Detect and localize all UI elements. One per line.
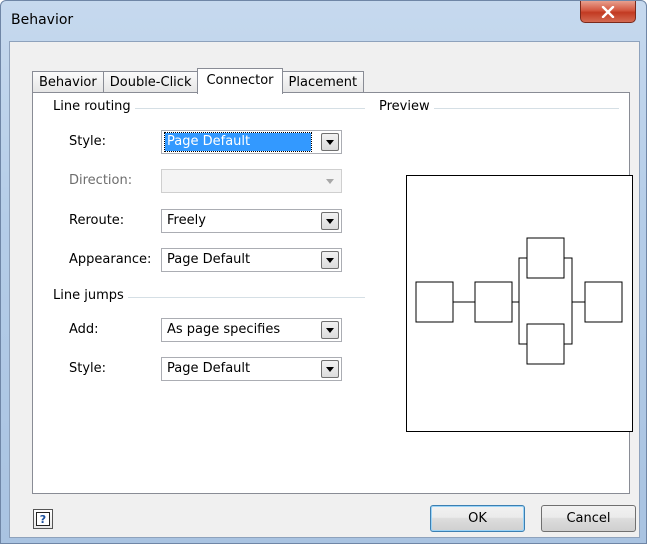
close-button[interactable]	[580, 1, 636, 23]
appearance-label: Appearance:	[69, 252, 152, 267]
jumps-style-select[interactable]: Page Default	[161, 357, 342, 381]
line-routing-group-label: Line routing	[53, 99, 135, 114]
jumps-style-label: Style:	[69, 361, 107, 376]
tab-behavior[interactable]: Behavior	[32, 71, 104, 93]
dropdown-arrow-icon[interactable]	[321, 251, 339, 269]
tab-double-click[interactable]: Double-Click	[102, 71, 199, 93]
dropdown-arrow-icon[interactable]	[321, 212, 339, 230]
preview-shape-bottom	[526, 323, 565, 365]
cancel-button[interactable]: Cancel	[541, 505, 636, 532]
close-icon	[601, 5, 615, 18]
preview-pane	[406, 175, 633, 432]
tab-placement[interactable]: Placement	[281, 71, 365, 93]
preview-shape-mid-left	[474, 281, 513, 323]
preview-connector-5	[564, 301, 585, 345]
routing-style-label: Style:	[69, 134, 107, 149]
dropdown-arrow-icon[interactable]	[321, 133, 339, 151]
preview-shape-top	[526, 237, 565, 279]
line-jumps-group-label: Line jumps	[53, 288, 128, 303]
routing-style-value: Page Default	[164, 132, 312, 152]
window-title: Behavior	[11, 12, 74, 28]
svg-text:?: ?	[40, 513, 46, 526]
connector-preview-diagram	[415, 237, 623, 365]
jumps-add-label: Add:	[69, 322, 99, 337]
connector-tab-panel: Line routing Style: Page Default Directi…	[32, 92, 633, 494]
title-bar[interactable]: Behavior	[1, 1, 646, 41]
direction-value	[165, 172, 169, 190]
dropdown-arrow-icon[interactable]	[321, 321, 339, 339]
jumps-add-value: As page specifies	[167, 322, 281, 337]
tab-connector[interactable]: Connector	[197, 68, 283, 94]
preview-group-label: Preview	[379, 99, 434, 114]
ok-button[interactable]: OK	[430, 505, 525, 532]
jumps-style-value: Page Default	[167, 361, 251, 376]
direction-label: Direction:	[69, 173, 133, 188]
reroute-value: Freely	[167, 213, 206, 228]
help-icon: ?	[36, 512, 50, 526]
preview-connector-2	[512, 257, 527, 303]
preview-connector-3	[512, 301, 527, 345]
jumps-add-select[interactable]: As page specifies	[161, 318, 342, 342]
dialog-window: Behavior Behavior Double-Click Connector…	[0, 0, 647, 544]
tab-strip: Behavior Double-Click Connector Placemen…	[32, 68, 365, 94]
help-button[interactable]: ?	[33, 509, 53, 529]
reroute-label: Reroute:	[69, 213, 125, 228]
dropdown-arrow-icon	[321, 172, 339, 190]
appearance-select[interactable]: Page Default	[161, 248, 342, 272]
preview-shape-right	[584, 281, 623, 323]
reroute-select[interactable]: Freely	[161, 209, 342, 233]
direction-select	[161, 169, 342, 193]
preview-shape-left	[415, 281, 454, 323]
preview-connector-4	[564, 257, 585, 303]
dropdown-arrow-icon[interactable]	[321, 360, 339, 378]
routing-style-select[interactable]: Page Default	[161, 130, 342, 154]
appearance-value: Page Default	[167, 252, 251, 267]
dialog-client-area: Behavior Double-Click Connector Placemen…	[9, 41, 640, 538]
